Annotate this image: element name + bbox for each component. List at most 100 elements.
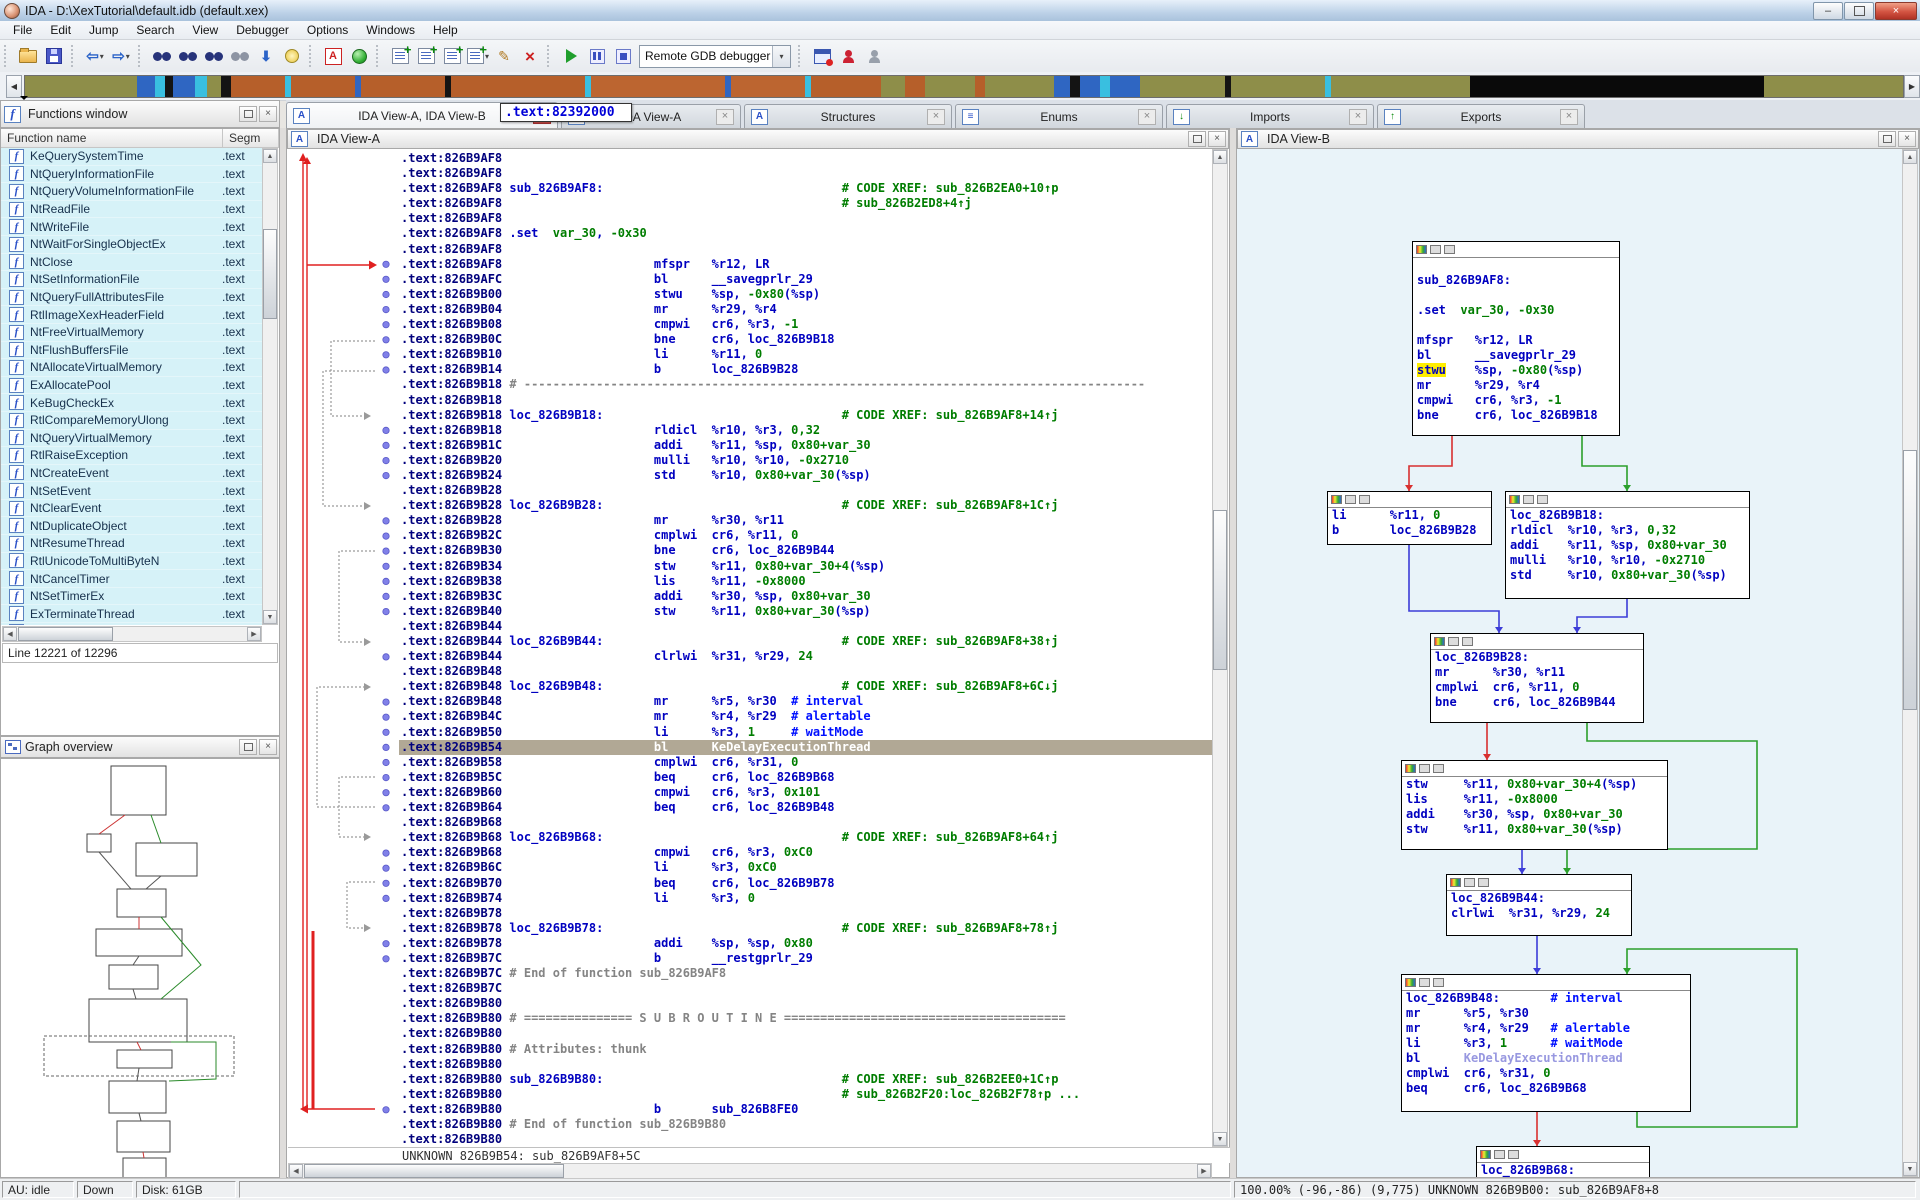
listing-line[interactable]: .text:826B9B80 [287,1132,1213,1147]
function-row[interactable]: fNtQueryVirtualMemory.text [1,430,263,448]
float-panel-button[interactable] [1188,131,1206,147]
functions-horizontal-scrollbar[interactable]: ◀ ▶ [2,626,262,642]
listing-line[interactable]: .text:826B9B80 # sub_826B2F20:loc_826B2F… [287,1087,1213,1102]
listing-line[interactable]: .text:826B9B80 # Attributes: thunk [287,1042,1213,1057]
search-next-text-button[interactable] [176,44,200,68]
node-group-icon[interactable] [1508,1150,1519,1159]
function-row[interactable]: fNtResumeThread.text [1,535,263,553]
scrollbar-thumb[interactable] [18,627,113,641]
listing-line[interactable]: .text:826B9B80 b sub_826B8FE0 [287,1102,1213,1117]
listing-line[interactable]: .text:826B9B64 beq cr6, loc_826B9B48 [287,800,1213,815]
lumina-button[interactable] [280,44,304,68]
listing-line[interactable]: .text:826B9B28 loc_826B9B28: # CODE XREF… [287,498,1213,513]
node-group-icon[interactable] [1444,245,1455,254]
graph-node-titlebar[interactable] [1431,634,1643,650]
function-row[interactable]: fNtWaitForSingleObjectEx.text [1,236,263,254]
listing-line[interactable]: .text:826B9B80 [287,1057,1213,1072]
listing-line[interactable]: .text:826B9B7C # End of function sub_826… [287,966,1213,981]
listing-line[interactable]: .text:826B9B10 li %r11, 0 [287,347,1213,362]
listing-line[interactable]: .text:826B9B18 # -----------------------… [287,377,1213,392]
tab-close-icon[interactable]: × [1560,109,1578,125]
listing-line[interactable]: .text:826B9B3C addi %r30, %sp, 0x80+var_… [287,589,1213,604]
listing-line[interactable]: .text:826B9B20 mulli %r10, %r10, -0x2710 [287,453,1213,468]
menu-search[interactable]: Search [127,22,183,38]
node-pin-icon[interactable] [1448,637,1459,646]
scrollbar-thumb[interactable] [304,1164,564,1178]
listing-line[interactable]: .text:826B9B68 loc_826B9B68: # CODE XREF… [287,830,1213,845]
navband-right-arrow[interactable]: ▶ [1904,75,1920,98]
scroll-right-icon[interactable]: ▶ [1197,1164,1211,1178]
listing-horizontal-scrollbar[interactable]: ◀ ▶ [288,1163,1212,1179]
function-row[interactable]: fNtDuplicateObject.text [1,517,263,535]
listing-vertical-scrollbar[interactable]: ▲ ▼ [1212,149,1228,1147]
graph-node-0[interactable]: sub_826B9AF8:.set var_30, -0x30mfspr %r1… [1412,241,1620,436]
listing-line[interactable]: .text:826B9B28 mr %r30, %r11 [287,513,1213,528]
node-pin-icon[interactable] [1419,978,1430,987]
listing-line[interactable]: .text:826B9B08 cmpwi cr6, %r3, -1 [287,317,1213,332]
listing-line[interactable]: .text:826B9B00 stwu %sp, -0x80(%sp) [287,287,1213,302]
function-row[interactable]: fNtQueryInformationFile.text [1,166,263,184]
graph-node-7[interactable]: loc_826B9B68: [1476,1146,1650,1177]
node-color-icon[interactable] [1405,978,1416,987]
function-row[interactable]: fNtCreateEvent.text [1,465,263,483]
listing-line[interactable]: .text:826B9B18 rldicl %r10, %r3, 0,32 [287,423,1213,438]
menu-help[interactable]: Help [424,22,467,38]
debugger-start-button[interactable] [559,44,583,68]
function-row[interactable]: fNtClose.text [1,254,263,272]
listing-line[interactable]: .text:826B9B30 bne cr6, loc_826B9B44 [287,543,1213,558]
listing-line[interactable]: .text:826B9B6C li %r3, 0xC0 [287,860,1213,875]
listing-line[interactable]: .text:826B9B70 beq cr6, loc_826B9B78 [287,876,1213,891]
column-header-function-name[interactable]: Function name [1,129,223,148]
close-panel-button[interactable]: × [259,739,277,755]
column-header-segment[interactable]: Segm [223,129,279,148]
graph-node-titlebar[interactable] [1447,875,1631,891]
node-pin-icon[interactable] [1464,878,1475,887]
delete-function-button[interactable]: × [518,44,542,68]
scroll-down-icon[interactable]: ▼ [263,610,277,624]
graph-node-titlebar[interactable] [1402,975,1690,991]
scroll-down-icon[interactable]: ▼ [1903,1162,1917,1176]
node-pin-icon[interactable] [1430,245,1441,254]
listing-line[interactable]: .text:826B9AF8 .set var_30, -0x30 [287,226,1213,241]
function-row[interactable]: fExTerminateThread.text [1,605,263,623]
listing-line[interactable]: .text:826B9B28 [287,483,1213,498]
scrollbar-thumb[interactable] [1903,450,1917,710]
listing-line[interactable]: .text:826B9AFC bl __savegprlr_29 [287,272,1213,287]
listing-line[interactable]: .text:826B9B78 [287,906,1213,921]
listing-line[interactable]: .text:826B9B80 sub_826B9B80: # CODE XREF… [287,1072,1213,1087]
listing-line[interactable]: .text:826B9B2C cmplwi cr6, %r11, 0 [287,528,1213,543]
function-row[interactable]: fNtAllocateVirtualMemory.text [1,359,263,377]
function-row[interactable]: fKeBugCheckEx.text [1,394,263,412]
node-color-icon[interactable] [1480,1150,1491,1159]
listing-line[interactable]: .text:826B9B0C bne cr6, loc_826B9B18 [287,332,1213,347]
float-panel-button[interactable] [239,739,257,755]
save-button[interactable] [42,44,66,68]
node-group-icon[interactable] [1433,764,1444,773]
listing-line[interactable]: .text:826B9B5C beq cr6, loc_826B9B68 [287,770,1213,785]
tab-close-icon[interactable]: × [1349,109,1367,125]
attach-process-button[interactable] [836,44,860,68]
function-row[interactable]: fNtCancelTimer.text [1,570,263,588]
close-panel-button[interactable]: × [1208,131,1226,147]
float-panel-button[interactable] [1878,131,1896,147]
listing-line[interactable]: .text:826B9B7C [287,981,1213,996]
node-color-icon[interactable] [1509,495,1520,504]
title-bar[interactable]: IDA - D:\XexTutorial\default.idb (defaul… [0,0,1920,22]
menu-options[interactable]: Options [298,22,357,38]
listing-line[interactable]: .text:826B9B78 addi %sp, %sp, 0x80 [287,936,1213,951]
graph-node-2[interactable]: loc_826B9B18:rldicl %r10, %r3, 0,32addi … [1505,491,1750,599]
graph-node-titlebar[interactable] [1413,242,1619,258]
scroll-up-icon[interactable]: ▲ [1903,150,1917,164]
function-row[interactable]: fNtReadFile.text [1,201,263,219]
graph-node-titlebar[interactable] [1328,492,1491,508]
menu-windows[interactable]: Windows [357,22,424,38]
graph-node-titlebar[interactable] [1506,492,1749,508]
functions-vertical-scrollbar[interactable]: ▲ ▼ [262,148,278,625]
tab-imports[interactable]: ↓Imports× [1166,104,1374,128]
breakpoint-list-button[interactable] [810,44,834,68]
tab-structures[interactable]: AStructures× [744,104,952,128]
listing-line[interactable]: .text:826B9B74 li %r3, 0 [287,891,1213,906]
listing-line[interactable]: .text:826B9B80 # =============== S U B R… [287,1011,1213,1026]
debugger-select[interactable]: Remote GDB debugger ▾ [639,45,791,68]
scroll-left-icon[interactable]: ◀ [3,627,17,641]
